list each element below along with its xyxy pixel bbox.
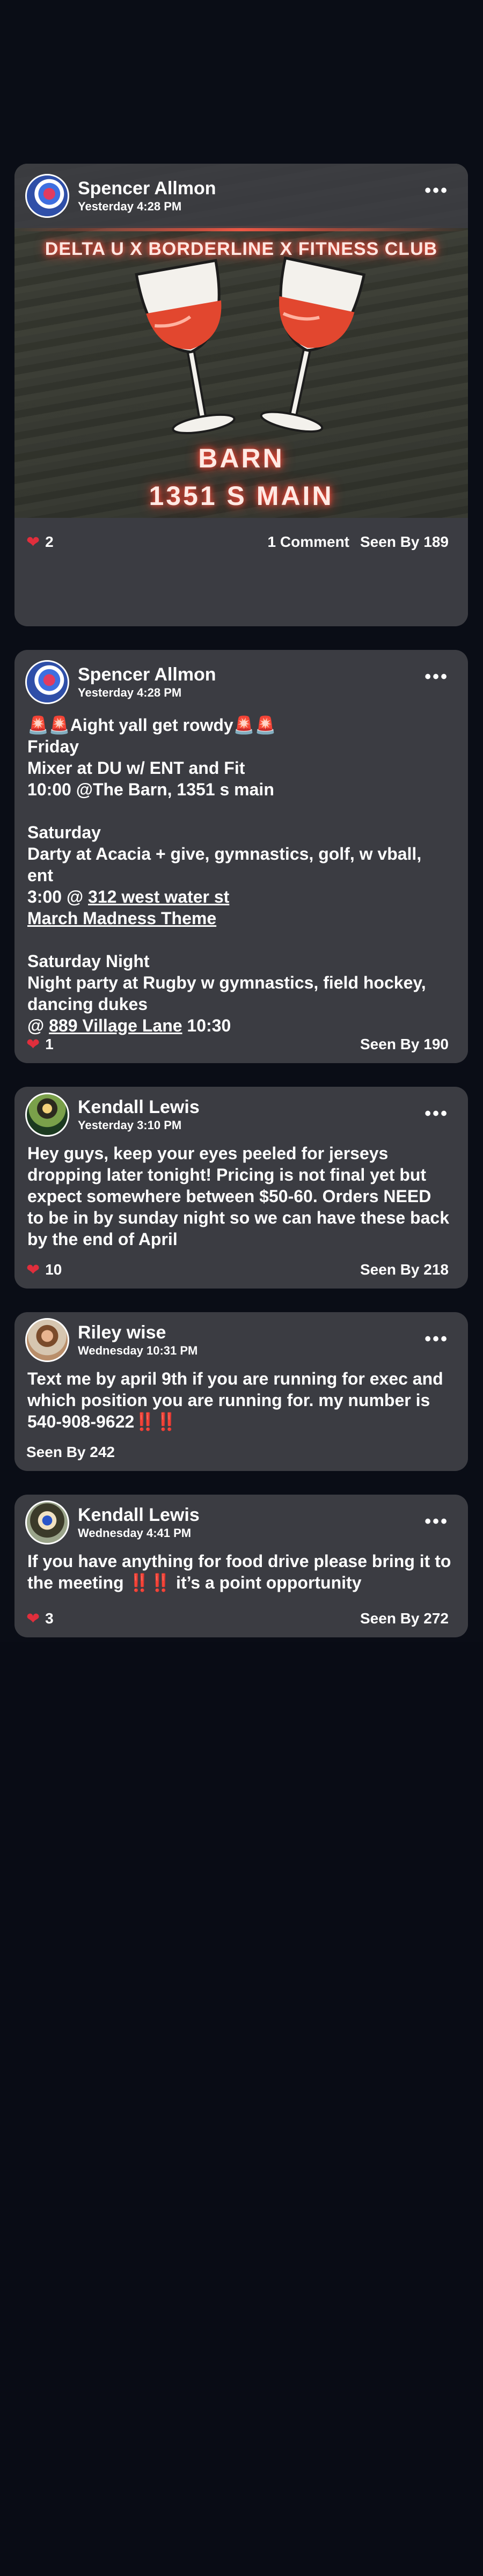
ellipsis-icon[interactable]: ••• bbox=[425, 1330, 449, 1348]
seen-by-count[interactable]: Seen By 218 bbox=[360, 1261, 449, 1278]
post-body: Hey guys, keep your eyes peeled for jers… bbox=[27, 1144, 454, 1249]
post-meta: Kendall Lewis Wednesday 4:41 PM bbox=[78, 1504, 200, 1541]
post-meta: Spencer Allmon Yesterday 4:28 PM bbox=[78, 178, 216, 214]
post-meta: Spencer Allmon Yesterday 4:28 PM bbox=[78, 664, 216, 700]
author-name[interactable]: Riley wise bbox=[78, 1322, 197, 1343]
post-line: Saturday Night bbox=[27, 952, 150, 971]
post-timestamp: Yesterday 4:28 PM bbox=[78, 686, 182, 699]
ellipsis-icon[interactable]: ••• bbox=[425, 1512, 449, 1531]
post-body: If you have anything for food drive plea… bbox=[27, 1552, 456, 1592]
post-footer: Seen By 242 bbox=[14, 1433, 468, 1471]
post-line: Mixer at DU w/ ENT and Fit bbox=[27, 758, 245, 778]
comment-count[interactable]: 1 Comment bbox=[268, 533, 349, 551]
seen-by-count[interactable]: Seen By 189 bbox=[360, 533, 449, 551]
like-count[interactable]: ❤ 10 bbox=[26, 1261, 62, 1279]
post-line: 3:00 @ 312 west water st bbox=[27, 887, 230, 906]
post-line: 🚨🚨Aight yall get rowdy🚨🚨 bbox=[27, 715, 276, 735]
post-card[interactable]: Riley wise Wednesday 10:31 PM ••• Text m… bbox=[14, 1312, 468, 1471]
ellipsis-icon[interactable]: ••• bbox=[425, 668, 449, 686]
avatar[interactable] bbox=[25, 174, 69, 218]
post-body: Text me by april 9th if you are running … bbox=[27, 1369, 448, 1431]
post-header: Spencer Allmon Yesterday 4:28 PM ••• bbox=[14, 650, 468, 714]
avatar[interactable] bbox=[25, 660, 69, 704]
heart-icon[interactable]: ❤ bbox=[26, 533, 40, 552]
heart-icon[interactable]: ❤ bbox=[26, 1035, 40, 1054]
post-timestamp: Yesterday 4:28 PM bbox=[78, 200, 182, 213]
theme-link[interactable]: March Madness Theme bbox=[27, 908, 452, 929]
like-count-value: 2 bbox=[45, 533, 54, 550]
double-exclamation-emoji: ‼️‼️ bbox=[128, 1573, 172, 1592]
author-name[interactable]: Kendall Lewis bbox=[78, 1096, 200, 1118]
poster-venue: BARN bbox=[198, 443, 284, 473]
post-line: Night party at Rugby w gymnastics, field… bbox=[27, 973, 431, 1014]
post-card[interactable]: Spencer Allmon Yesterday 4:28 PM ••• 🚨🚨A… bbox=[14, 650, 468, 1063]
address-link[interactable]: 312 west water st bbox=[88, 887, 229, 906]
ellipsis-icon[interactable]: ••• bbox=[425, 1104, 449, 1123]
post-body: 🚨🚨Aight yall get rowdy🚨🚨 Friday Mixer at D… bbox=[14, 714, 468, 1036]
post-line: 10:00 @The Barn, 1351 s main bbox=[27, 780, 274, 799]
post-card[interactable]: Kendall Lewis Wednesday 4:41 PM ••• If y… bbox=[14, 1495, 468, 1637]
avatar[interactable] bbox=[25, 1093, 69, 1137]
post-line: Darty at Acacia + give, gymnastics, golf… bbox=[27, 844, 427, 885]
post-footer: ❤ 2 1 Comment Seen By 189 bbox=[14, 518, 468, 566]
post-card[interactable]: Kendall Lewis Yesterday 3:10 PM ••• Hey … bbox=[14, 1087, 468, 1289]
avatar[interactable] bbox=[25, 1318, 69, 1362]
like-count[interactable]: ❤ 3 bbox=[26, 1609, 54, 1628]
like-count[interactable]: ❤ 1 bbox=[26, 1035, 54, 1054]
seen-by-count[interactable]: Seen By 190 bbox=[360, 1036, 449, 1053]
post-header: Kendall Lewis Yesterday 3:10 PM ••• bbox=[14, 1087, 468, 1143]
author-name[interactable]: Spencer Allmon bbox=[78, 664, 216, 685]
heart-icon[interactable]: ❤ bbox=[26, 1261, 40, 1279]
post-footer: ❤ 10 Seen By 218 bbox=[14, 1251, 468, 1289]
post-meta: Riley wise Wednesday 10:31 PM bbox=[78, 1322, 197, 1358]
heart-icon[interactable]: ❤ bbox=[26, 1609, 40, 1628]
ellipsis-icon[interactable]: ••• bbox=[425, 181, 449, 200]
like-count[interactable]: ❤ 2 bbox=[26, 533, 54, 552]
siren-emoji: 🚨🚨 bbox=[233, 715, 276, 735]
double-exclamation-emoji: ‼️‼️ bbox=[134, 1412, 177, 1431]
feed-background bbox=[0, 1642, 483, 2576]
post-footer: ❤ 1 Seen By 190 bbox=[14, 1026, 468, 1063]
post-line: Friday bbox=[27, 737, 79, 756]
post-timestamp: Wednesday 4:41 PM bbox=[78, 1526, 192, 1540]
post-header: Kendall Lewis Wednesday 4:41 PM ••• bbox=[14, 1495, 468, 1550]
avatar[interactable] bbox=[25, 1501, 69, 1545]
post-meta: Kendall Lewis Yesterday 3:10 PM bbox=[78, 1096, 200, 1133]
post-card[interactable]: Spencer Allmon Yesterday 4:28 PM ••• DEL… bbox=[14, 164, 468, 626]
seen-by-count[interactable]: Seen By 242 bbox=[26, 1444, 115, 1460]
like-count-value: 1 bbox=[45, 1036, 54, 1052]
author-name[interactable]: Spencer Allmon bbox=[78, 178, 216, 199]
siren-emoji: 🚨🚨 bbox=[27, 715, 70, 735]
post-feed: Spencer Allmon Yesterday 4:28 PM ••• DEL… bbox=[14, 164, 468, 1661]
seen-by-count[interactable]: Seen By 272 bbox=[360, 1610, 449, 1627]
post-footer: ❤ 3 Seen By 272 bbox=[14, 1600, 468, 1637]
post-header: Spencer Allmon Yesterday 4:28 PM ••• bbox=[14, 164, 468, 228]
post-timestamp: Yesterday 3:10 PM bbox=[78, 1118, 182, 1132]
like-count-value: 10 bbox=[45, 1261, 62, 1278]
post-line: Saturday bbox=[27, 823, 101, 842]
poster-address: 1351 S MAIN bbox=[149, 481, 334, 511]
like-count-value: 3 bbox=[45, 1610, 54, 1627]
author-name[interactable]: Kendall Lewis bbox=[78, 1504, 200, 1526]
post-header: Riley wise Wednesday 10:31 PM ••• bbox=[14, 1312, 468, 1368]
post-timestamp: Wednesday 10:31 PM bbox=[78, 1344, 198, 1357]
